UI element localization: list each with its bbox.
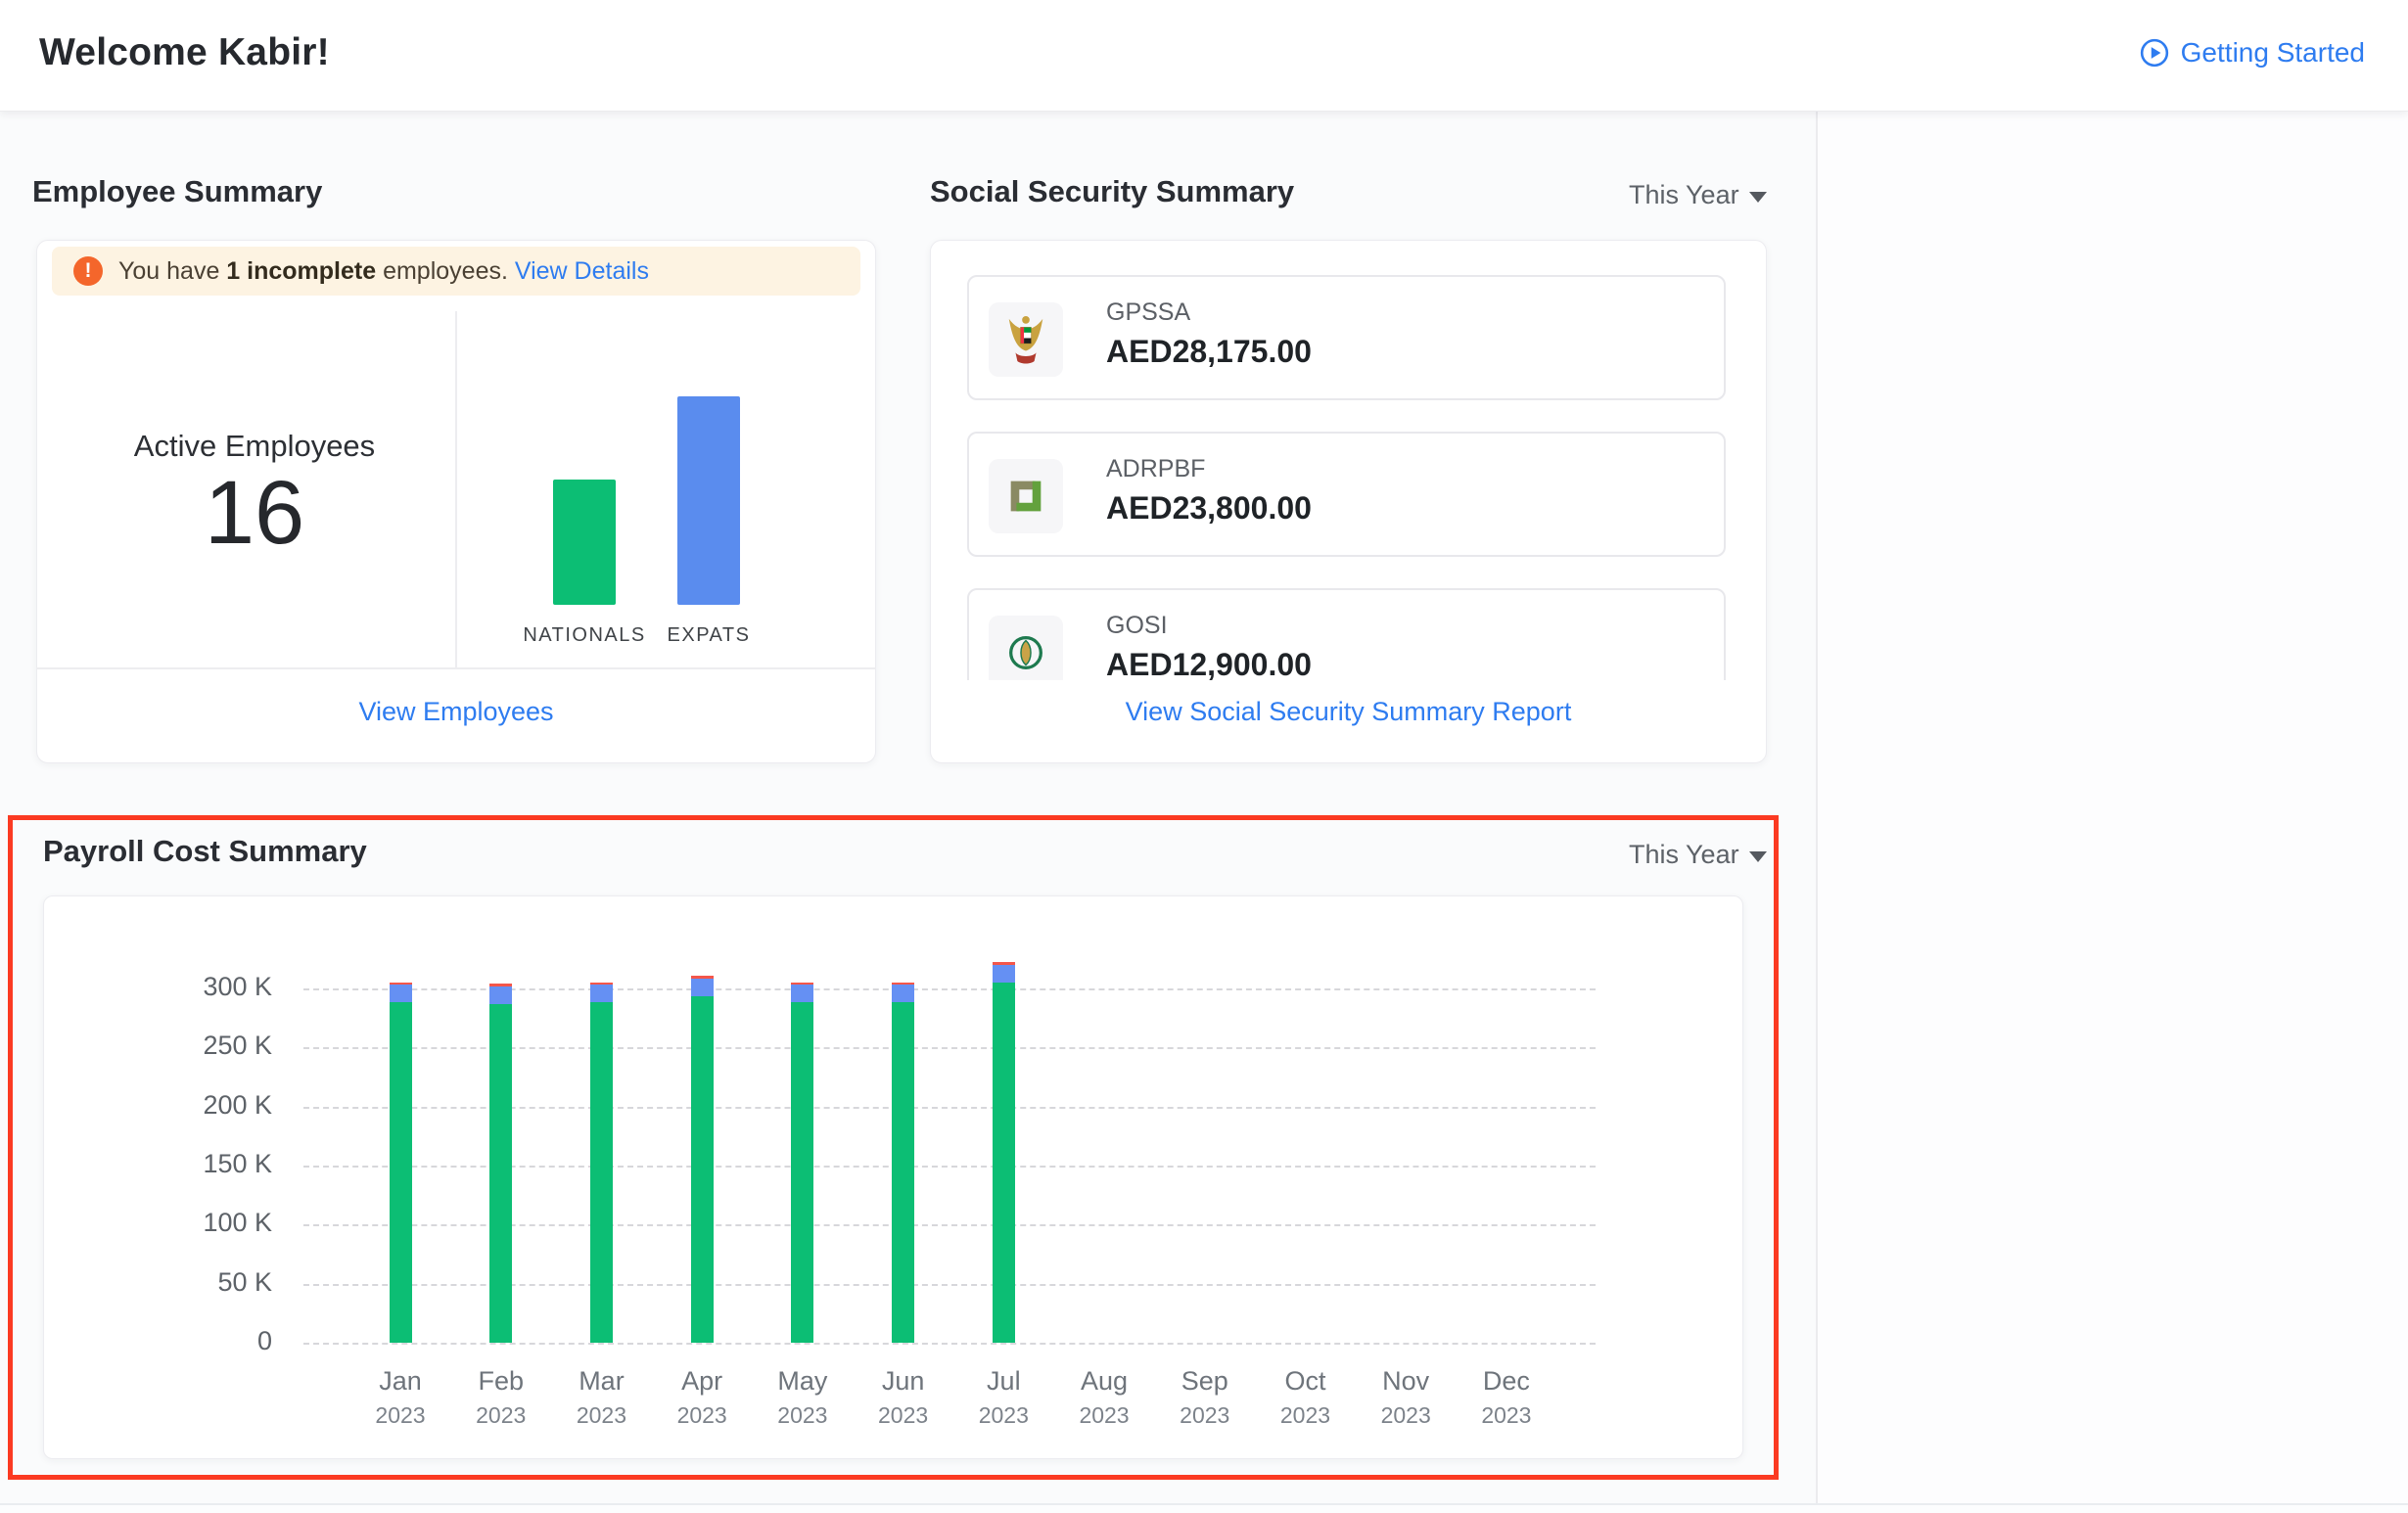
bar-segment-blue-may xyxy=(791,985,813,1002)
page-header: Welcome Kabir! Getting Started xyxy=(0,0,2408,112)
bottom-divider xyxy=(0,1503,2408,1513)
social-security-list[interactable]: GPSSA AED28,175.00 ADRPBF AED23,800.00 GOSI A… xyxy=(967,275,1730,680)
bar-segment-red-jan xyxy=(390,983,412,985)
scheme-icon-box xyxy=(989,302,1063,377)
y-axis-tick-label: 150 K xyxy=(116,1149,272,1179)
bar-segment-blue-mar xyxy=(590,985,613,1002)
bar-segment-red-jul xyxy=(993,962,1015,964)
social-security-row[interactable]: GPSSA AED28,175.00 xyxy=(967,275,1726,400)
scheme-name: GOSI xyxy=(1106,612,1168,640)
page-title: Welcome Kabir! xyxy=(39,31,330,74)
month-label: Dec xyxy=(1448,1366,1565,1397)
period-label: This Year xyxy=(1629,840,1739,870)
scheme-amount: AED12,900.00 xyxy=(1106,647,1312,680)
bar-segment-blue-jun xyxy=(892,985,914,1002)
y-axis-tick-label: 250 K xyxy=(116,1031,272,1061)
dashboard-page: Welcome Kabir! Getting Started Employee … xyxy=(0,0,2408,1513)
bar-segment-green-apr xyxy=(691,996,714,1343)
bar-segment-blue-jan xyxy=(390,985,412,1002)
bar-segment-green-jul xyxy=(993,983,1015,1343)
social-security-row[interactable]: GOSI AED12,900.00 xyxy=(967,588,1726,680)
bar-segment-red-may xyxy=(791,983,813,985)
bar-segment-red-jun xyxy=(892,983,914,985)
y-axis-tick-label: 300 K xyxy=(116,972,272,1002)
social-security-summary-title: Social Security Summary xyxy=(930,174,1294,209)
view-employees-link[interactable]: View Employees xyxy=(36,697,876,727)
active-employees-label: Active Employees xyxy=(59,429,450,464)
adrpbf-logo-icon xyxy=(1003,474,1048,519)
gridline xyxy=(303,1343,1596,1345)
right-gutter xyxy=(1816,112,2408,1513)
scheme-name: ADRPBF xyxy=(1106,455,1205,483)
chevron-down-icon xyxy=(1749,851,1767,862)
bar-segment-red-apr xyxy=(691,976,714,980)
getting-started-label: Getting Started xyxy=(2181,37,2365,69)
payroll-period-select[interactable]: This Year xyxy=(1629,840,1767,870)
employee-summary-title: Employee Summary xyxy=(32,174,322,209)
getting-started-link[interactable]: Getting Started xyxy=(2140,37,2365,69)
vertical-divider xyxy=(455,311,457,667)
bar-segment-red-mar xyxy=(590,983,613,985)
mini-bar-expats xyxy=(677,396,740,605)
chevron-down-icon xyxy=(1749,192,1767,203)
bar-segment-green-jun xyxy=(892,1002,914,1343)
incomplete-employees-banner: ! You have 1 incomplete employees. View … xyxy=(52,247,860,296)
uae-emblem-icon xyxy=(1003,312,1048,367)
horizontal-divider xyxy=(36,667,876,669)
scheme-amount: AED23,800.00 xyxy=(1106,490,1312,527)
warning-text: You have xyxy=(118,257,226,285)
bar-segment-green-may xyxy=(791,1002,813,1343)
y-axis-tick-label: 200 K xyxy=(116,1090,272,1121)
bar-segment-green-feb xyxy=(489,1004,512,1343)
scheme-icon-box xyxy=(989,459,1063,533)
bar-segment-red-feb xyxy=(489,984,512,986)
bar-segment-green-jan xyxy=(390,1002,412,1343)
scheme-name: GPSSA xyxy=(1106,298,1190,327)
active-employees-count: 16 xyxy=(59,462,450,565)
period-label: This Year xyxy=(1629,180,1739,210)
payroll-cost-summary-title: Payroll Cost Summary xyxy=(43,834,367,869)
warning-text-bold: 1 incomplete xyxy=(226,257,376,285)
incomplete-employees-text: You have 1 incomplete employees. View De… xyxy=(118,247,649,296)
bar-segment-green-mar xyxy=(590,1002,613,1343)
view-social-security-report-link[interactable]: View Social Security Summary Report xyxy=(930,697,1767,727)
social-security-row[interactable]: ADRPBF AED23,800.00 xyxy=(967,432,1726,557)
scheme-icon-box xyxy=(989,616,1063,680)
year-label: 2023 xyxy=(1448,1402,1565,1429)
x-axis-label: Dec 2023 xyxy=(1448,1366,1565,1429)
y-axis-tick-label: 0 xyxy=(116,1326,272,1356)
social-security-period-select[interactable]: This Year xyxy=(1629,180,1767,210)
y-axis-tick-label: 100 K xyxy=(116,1208,272,1238)
gosi-logo-icon xyxy=(1003,630,1048,675)
bar-segment-blue-jul xyxy=(993,965,1015,983)
view-details-link[interactable]: View Details xyxy=(515,257,649,285)
scheme-amount: AED28,175.00 xyxy=(1106,334,1312,370)
warning-text-suffix: employees. xyxy=(376,257,515,285)
bar-segment-blue-feb xyxy=(489,986,512,1004)
warning-icon: ! xyxy=(73,256,103,286)
bar-segment-blue-apr xyxy=(691,979,714,996)
mini-bar-nationals xyxy=(553,480,616,605)
mini-bar-label: EXPATS xyxy=(621,624,797,647)
play-circle-icon xyxy=(2140,38,2169,68)
y-axis-tick-label: 50 K xyxy=(116,1267,272,1298)
